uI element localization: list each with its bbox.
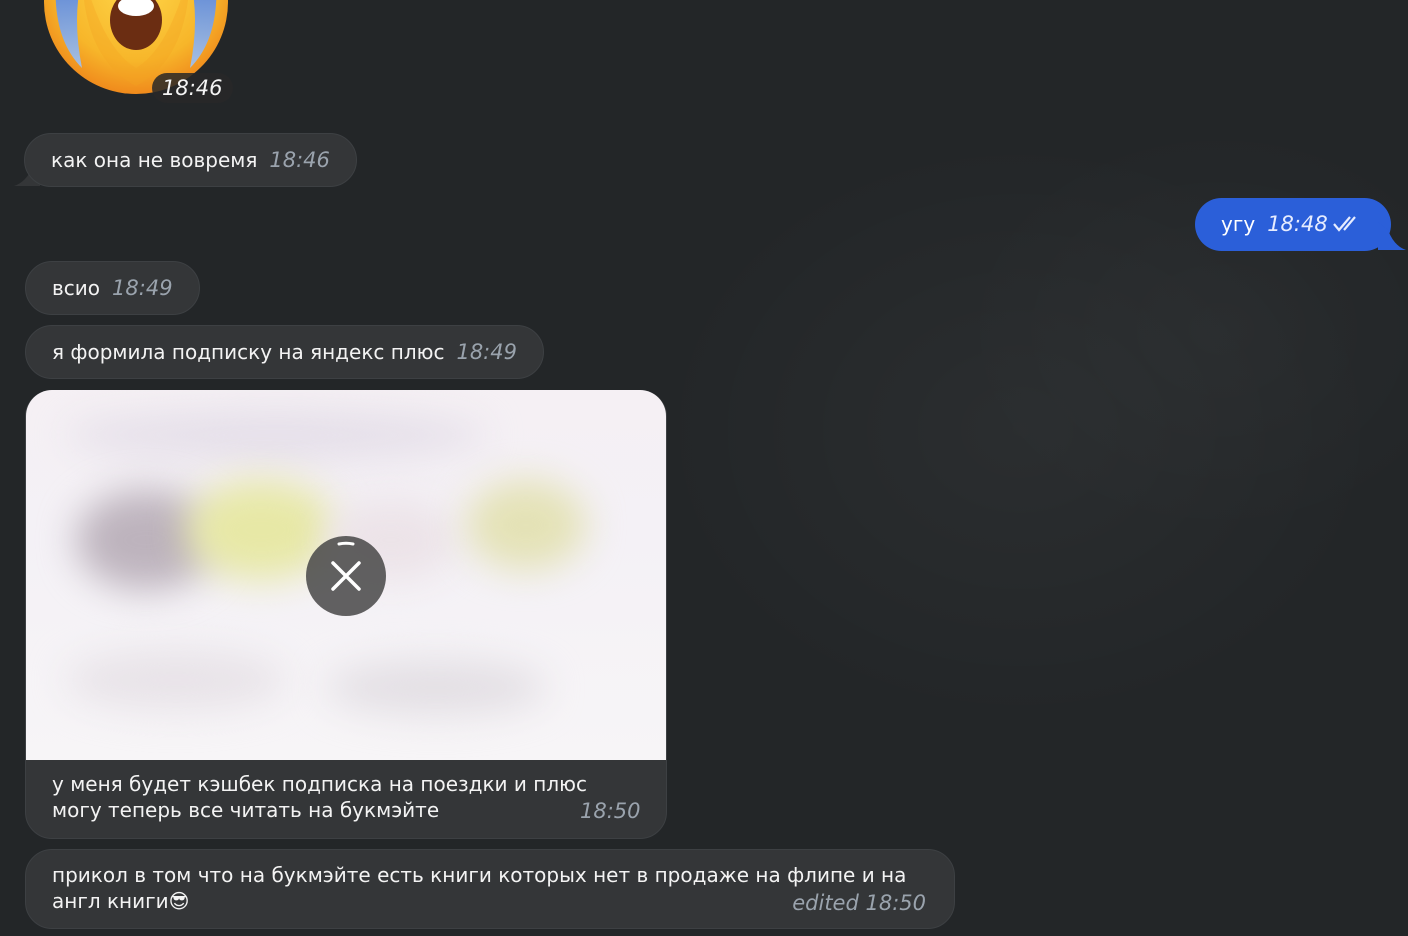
- caption-line: у меня будет кэшбек подписка на поездки …: [52, 772, 587, 796]
- incoming-message[interactable]: всио 18:49: [25, 261, 200, 315]
- message-text: как она не вовремя: [51, 148, 258, 172]
- message-time: 18:49: [112, 276, 173, 300]
- outgoing-message[interactable]: угу 18:48: [1195, 198, 1391, 251]
- close-icon: [331, 541, 361, 591]
- message-text: англ книги: [52, 889, 169, 913]
- incoming-message[interactable]: как она не вовремя 18:46: [24, 133, 357, 187]
- bubble-tail: [1378, 222, 1406, 250]
- message-time: edited 18:50: [792, 891, 926, 915]
- incoming-message[interactable]: прикол в том что на букмэйте есть книги …: [25, 849, 955, 929]
- photo-caption: у меня будет кэшбек подписка на поездки …: [52, 771, 652, 823]
- cancel-download-button[interactable]: [306, 536, 386, 616]
- double-check-icon: [1333, 215, 1363, 233]
- message-text: всио: [52, 276, 101, 300]
- message-time: 18:50: [580, 799, 641, 823]
- message-time: 18:48: [1267, 212, 1328, 236]
- message-time: 18:46: [269, 148, 330, 172]
- message-text: прикол в том что на букмэйте есть книги …: [52, 863, 907, 887]
- sticker-timestamp: 18:46: [152, 73, 233, 103]
- message-time: 18:49: [456, 340, 517, 364]
- message-text: я формила подписку на яндекс плюс: [52, 340, 445, 364]
- sunglasses-emoji-icon: 😎: [168, 889, 190, 913]
- caption-line: могу теперь все читать на букмэйте: [52, 798, 440, 822]
- message-text: угу: [1221, 212, 1256, 236]
- incoming-message[interactable]: я формила подписку на яндекс плюс 18:49: [25, 325, 544, 379]
